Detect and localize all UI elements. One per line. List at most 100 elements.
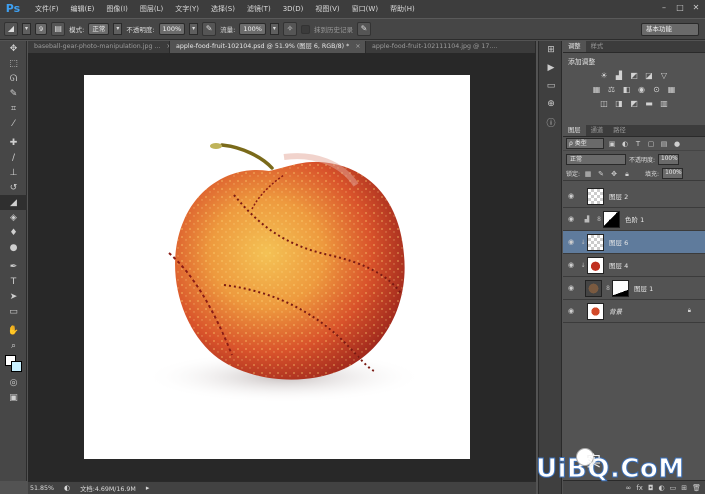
visibility-eye-icon[interactable]: ◉ [563,192,579,200]
menu-filter[interactable]: 滤镜(T) [241,4,277,14]
status-menu-icon[interactable]: ▸ [146,484,150,492]
flow-dropdown-icon[interactable]: ▾ [269,23,279,35]
lock-all-icon[interactable]: 🔒︎ [622,169,632,179]
adjust-filter-icon[interactable]: ◐ [620,139,630,149]
menu-edit[interactable]: 编辑(E) [65,4,101,14]
history-panel-icon[interactable]: ⊞ [539,41,563,59]
eraser-tool-button[interactable]: ◢ [0,195,27,210]
brightness-icon[interactable]: ☀ [599,70,610,81]
canvas-area[interactable] [28,53,536,481]
curves-icon[interactable]: ◩ [629,70,640,81]
selective-color-icon[interactable]: ▥ [659,98,670,109]
quick-select-tool-icon[interactable]: ✎ [0,86,27,101]
threshold-icon[interactable]: ◩ [629,98,640,109]
tab-paths[interactable]: 路径 [608,125,631,136]
pressure-opacity-icon[interactable]: ✎ [202,22,217,36]
lock-brush-icon[interactable]: ✎ [596,169,606,179]
balance-icon[interactable]: ⚖ [606,84,617,95]
document-canvas[interactable] [84,75,470,459]
minimize-icon[interactable]: – [659,3,669,13]
marquee-tool-icon[interactable]: ⬚ [0,56,27,71]
shape-tool-icon[interactable]: ▭ [0,304,27,319]
gradient-down-icon[interactable]: ▽ [659,70,670,81]
zoom-level[interactable]: 51.85% [30,485,54,492]
blend-mode-select[interactable]: 正常 [566,153,626,165]
erase-history-checkbox[interactable] [300,24,310,34]
mode-select[interactable]: 正常 [88,23,110,35]
type-filter-icon[interactable]: T [633,139,643,149]
black-white-icon[interactable]: ◧ [621,84,632,95]
eyedropper-tool-icon[interactable]: ⁄ [0,116,27,131]
tab-layers[interactable]: 图层 [563,125,586,136]
opacity-dropdown-icon[interactable]: ▾ [189,23,199,35]
visibility-eye-icon[interactable]: ◉ [563,307,579,315]
quick-mask-icon[interactable]: ◎ [0,375,27,390]
info-panel-icon[interactable]: ⓘ [539,113,563,131]
layer-row-layer2[interactable]: ◉ 图层 2 [563,185,705,208]
color-swatches[interactable] [0,353,27,375]
color-lookup-icon[interactable]: ▦ [666,84,677,95]
workspace-select[interactable]: 基本功能 [641,23,699,36]
mode-dropdown-icon[interactable]: ▾ [113,23,123,35]
menu-select[interactable]: 选择(S) [205,4,241,14]
eraser-tool-icon[interactable]: ◢ [4,22,18,36]
paint-bucket-icon[interactable]: ◈ [0,210,27,225]
dodge-tool-icon[interactable]: ● [0,240,27,255]
status-arrow-icon[interactable]: ◐ [64,484,70,492]
lock-move-icon[interactable]: ✥ [609,169,619,179]
screen-mode-icon[interactable]: ▣ [0,390,27,405]
filter-kind-select[interactable]: ρ 类型 [566,138,604,149]
flow-input[interactable]: 100% [239,23,266,35]
pressure-size-icon[interactable]: ✎ [356,22,371,36]
hand-tool-icon[interactable]: ✋ [0,323,27,338]
layer-opacity-input[interactable]: 100% [658,153,680,165]
airbrush-icon[interactable]: ✧ [282,22,297,36]
shape-filter-icon[interactable]: ▢ [646,139,656,149]
lock-transparent-icon[interactable]: ▦ [583,169,593,179]
visibility-eye-icon[interactable]: ◉ [563,215,579,223]
menu-3d[interactable]: 3D(D) [277,5,310,13]
layer-row-layer4[interactable]: ◉ ↓ 图层 4 [563,254,705,277]
visibility-eye-icon[interactable]: ◉ [563,238,579,246]
smart-filter-icon[interactable]: ▤ [659,139,669,149]
visibility-eye-icon[interactable]: ◉ [563,284,579,292]
posterize-icon[interactable]: ◨ [614,98,625,109]
crop-tool-icon[interactable]: ⌗ [0,101,27,116]
tab-channels[interactable]: 通道 [586,125,609,136]
blur-tool-icon[interactable]: ♦ [0,225,27,240]
layer-row-layer6[interactable]: ◉ ↓ 图层 6 [563,231,705,254]
pixel-filter-icon[interactable]: ▣ [607,139,617,149]
close-icon[interactable]: ✕ [691,3,701,13]
tab-apple-jpg[interactable]: apple-food-fruit-102111104.jpg @ 17.... [366,41,536,53]
levels-icon[interactable]: ▟ [614,70,625,81]
photo-filter-icon[interactable]: ◉ [636,84,647,95]
stamp-tool-icon[interactable]: ⊥ [0,165,27,180]
menu-type[interactable]: 文字(Y) [169,4,205,14]
pen-tool-icon[interactable]: ✒ [0,259,27,274]
exposure-icon[interactable]: ◪ [644,70,655,81]
layer-row-levels1[interactable]: ◉ ▟ 8 色阶 1 [563,208,705,231]
gradient-map-icon[interactable]: ▬ [644,98,655,109]
healing-tool-icon[interactable]: ✚ [0,135,27,150]
opacity-input[interactable]: 100% [158,23,186,35]
menu-window[interactable]: 窗口(W) [346,4,384,14]
clone-source-icon[interactable]: ⊕ [539,95,563,113]
tab-baseball[interactable]: baseball-gear-photo-manipulation.jpg ...… [28,41,170,53]
channel-mixer-icon[interactable]: ⊙ [651,84,662,95]
tool-preset-dropdown[interactable]: ▾ [22,23,31,35]
filter-toggle-icon[interactable]: ● [672,139,682,149]
brush-tool-icon[interactable]: ∕ [0,150,27,165]
tab-adjustments[interactable]: 调整 [563,41,586,52]
menu-image[interactable]: 图像(I) [100,4,134,14]
actions-panel-icon[interactable]: ▶ [539,59,563,77]
menu-file[interactable]: 文件(F) [29,4,65,14]
tab-apple-psd[interactable]: apple-food-fruit-102104.psd @ 51.9% (图层 … [170,41,366,53]
type-tool-icon[interactable]: T [0,274,27,289]
invert-icon[interactable]: ◫ [599,98,610,109]
menu-layer[interactable]: 图层(L) [134,4,169,14]
move-tool-icon[interactable]: ✥ [0,41,27,56]
fill-input[interactable]: 100% [662,168,684,179]
layer-row-background[interactable]: ◉ 背景 🔒︎ [563,300,705,323]
history-brush-icon[interactable]: ↺ [0,180,27,195]
maximize-icon[interactable]: □ [675,3,685,13]
